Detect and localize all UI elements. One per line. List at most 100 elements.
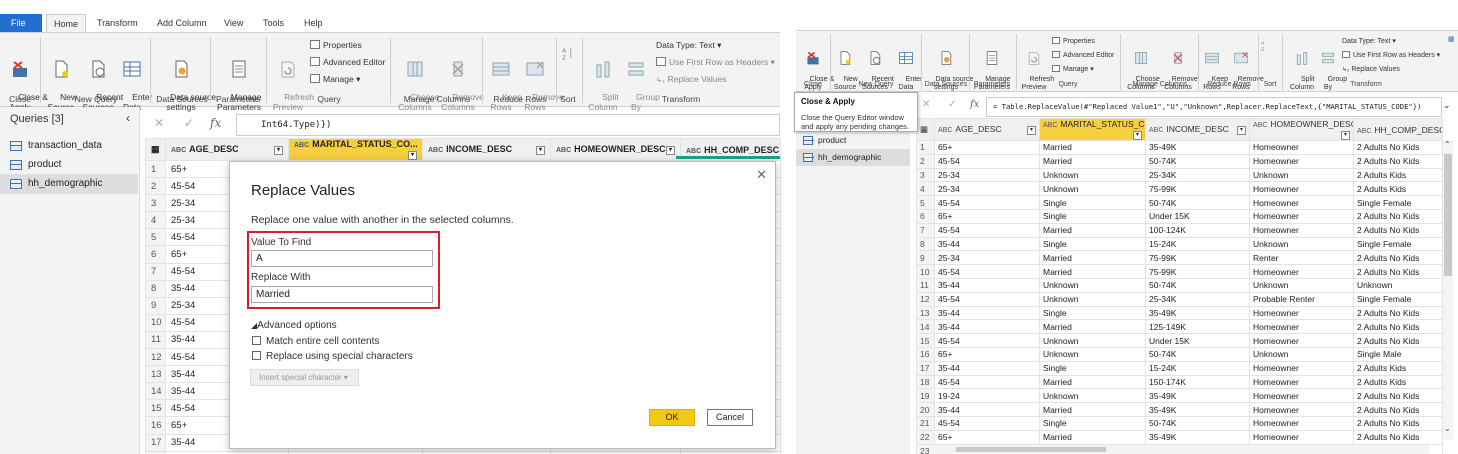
- cell-income-desc[interactable]: 50-74K: [1145, 153, 1250, 169]
- cell-hh-comp-desc[interactable]: 2 Adults No Kids: [1353, 429, 1443, 445]
- table-row[interactable]: 8 35-44 Single 15-24K Unknown Single Female: [916, 236, 1443, 252]
- table-row[interactable]: 5 45-54 Single 50-74K Homeowner Single Female: [916, 195, 1443, 210]
- formula-bar-input[interactable]: Int64.Type)}): [236, 114, 780, 136]
- cell-homeowner-desc[interactable]: Homeowner: [1249, 153, 1354, 169]
- cell-homeowner-desc[interactable]: Homeowner: [1249, 319, 1354, 335]
- cell-marital-status[interactable]: Unknown: [1039, 181, 1146, 197]
- table-row[interactable]: 6 65+ Single Under 15K Homeowner 2 Adults No …: [916, 208, 1443, 224]
- table-row[interactable]: 21 45-54 Single 50-74K Homeowner 2 Adults No …: [916, 415, 1443, 431]
- row-number[interactable]: 14: [916, 319, 935, 335]
- cell-hh-comp-desc[interactable]: 2 Adults Kids: [1353, 167, 1443, 183]
- cell-marital-status[interactable]: Single: [1039, 415, 1146, 431]
- row-number[interactable]: 3: [145, 194, 166, 213]
- table-row[interactable]: 19 19-24 Unknown 35-49K Homeowner 2 Adults No…: [916, 388, 1443, 404]
- cell-age-desc[interactable]: 25-34: [934, 167, 1040, 183]
- column-header-hh-comp-desc[interactable]: ABC HH_COMP_DESC: [1353, 118, 1443, 141]
- cell-homeowner-desc[interactable]: Unknown: [1249, 346, 1354, 362]
- row-number[interactable]: 18: [916, 374, 935, 390]
- replace-values-button-right[interactable]: ↳₂ Replace Values: [1342, 64, 1400, 76]
- cell-hh-comp-desc[interactable]: 2 Adults No Kids: [1353, 140, 1443, 155]
- sort-ascending-button[interactable]: AZ: [560, 41, 576, 68]
- filter-dropdown-icon[interactable]: ▾: [1237, 126, 1246, 135]
- row-number[interactable]: 9: [916, 250, 935, 266]
- query-item-product[interactable]: product: [796, 132, 910, 149]
- remove-columns-button[interactable]: Remove Columns: [438, 39, 484, 122]
- cell-age-desc[interactable]: 65+: [934, 429, 1040, 445]
- cell-hh-comp-desc[interactable]: 2 Adults No Kids: [1353, 333, 1443, 348]
- split-column-button-right[interactable]: Split Column: [1288, 34, 1316, 100]
- cell-marital-status[interactable]: Married: [1039, 374, 1146, 390]
- cell-hh-comp-desc[interactable]: 2 Adults No Kids: [1353, 208, 1443, 224]
- cell-homeowner-desc[interactable]: Homeowner: [1249, 415, 1354, 431]
- refresh-preview-button-right[interactable]: Refresh Preview: [1018, 34, 1054, 100]
- cell-age-desc[interactable]: 45-54: [934, 264, 1040, 279]
- cancel-button[interactable]: Cancel: [707, 409, 753, 426]
- cell-income-desc[interactable]: 75-99K: [1145, 264, 1250, 279]
- cell-age-desc[interactable]: 45-54: [934, 153, 1040, 169]
- row-number[interactable]: 11: [145, 330, 166, 350]
- cell-age-desc[interactable]: 65+: [934, 208, 1040, 224]
- tab-transform[interactable]: Transform: [97, 14, 138, 32]
- match-entire-checkbox[interactable]: Match entire cell contents: [252, 336, 379, 347]
- expand-formula-chevron-icon[interactable]: ⌄: [1443, 100, 1451, 111]
- cell-income-desc[interactable]: 50-74K: [1145, 195, 1250, 210]
- cell-age-desc[interactable]: 45-54: [934, 291, 1040, 307]
- cell-hh-comp-desc[interactable]: 2 Adults No Kids: [1353, 250, 1443, 266]
- keep-rows-button[interactable]: Keep Rows: [488, 39, 522, 122]
- cell-income-desc[interactable]: 50-74K: [1145, 346, 1250, 362]
- cell-homeowner-desc[interactable]: Homeowner: [1249, 264, 1354, 279]
- cell-age-desc[interactable]: 19-24: [934, 388, 1040, 404]
- row-number[interactable]: 10: [145, 313, 166, 332]
- row-number[interactable]: 21: [916, 415, 935, 431]
- cell-hh-comp-desc[interactable]: 2 Adults No Kids: [1353, 264, 1443, 279]
- row-number[interactable]: 12: [145, 348, 166, 367]
- data-source-settings-button[interactable]: Data source settings: [156, 39, 216, 122]
- value-to-find-input[interactable]: A: [251, 250, 433, 267]
- table-row[interactable]: 11 35-44 Unknown 50-74K Unknown Unknown: [916, 277, 1443, 293]
- row-number[interactable]: 1: [916, 140, 935, 155]
- query-item-product[interactable]: product: [0, 155, 138, 175]
- data-type-dropdown[interactable]: Data Type: Text ▾: [656, 40, 721, 51]
- row-number[interactable]: 13: [916, 305, 935, 321]
- enter-data-button-right[interactable]: Enter Data: [894, 34, 922, 100]
- cell-marital-status[interactable]: Unknown: [1039, 167, 1146, 183]
- table-row[interactable]: 17 35-44 Single 15-24K Homeowner 2 Adults Kid…: [916, 360, 1443, 376]
- cell-income-desc[interactable]: 75-99K: [1145, 250, 1250, 266]
- cell-income-desc[interactable]: 50-74K: [1145, 415, 1250, 431]
- cell-income-desc[interactable]: 150-174K: [1145, 374, 1250, 390]
- new-source-button-right[interactable]: New Source: [832, 34, 858, 100]
- more-ribbon-icon[interactable]: ▦: [1448, 35, 1456, 75]
- cell-age-desc[interactable]: 45-54: [934, 415, 1040, 431]
- row-number[interactable]: 20: [916, 402, 935, 417]
- cell-income-desc[interactable]: 35-49K: [1145, 402, 1250, 417]
- cell-income-desc[interactable]: 15-24K: [1145, 360, 1250, 376]
- close-apply-button-right[interactable]: Close & Apply: [798, 34, 834, 100]
- row-number[interactable]: 17: [145, 433, 166, 452]
- row-number[interactable]: 13: [145, 365, 166, 384]
- table-row[interactable]: 14 35-44 Married 125-149K Homeowner 2 Adults …: [916, 319, 1443, 335]
- formula-bar-input-right[interactable]: = Table.ReplaceValue(#"Replaced Value1",…: [986, 97, 1442, 117]
- data-type-dropdown-right[interactable]: Data Type: Text ▾: [1342, 36, 1396, 47]
- row-number[interactable]: 12: [916, 291, 935, 307]
- cell-age-desc[interactable]: 35-44: [934, 236, 1040, 252]
- special-chars-checkbox[interactable]: Replace using special characters: [252, 351, 413, 362]
- filter-dropdown-icon[interactable]: ▾: [408, 151, 417, 160]
- cell-hh-comp-desc[interactable]: 2 Adults Kids: [1353, 360, 1443, 376]
- ok-button[interactable]: OK: [649, 409, 695, 426]
- row-number[interactable]: 15: [145, 399, 166, 418]
- refresh-preview-button[interactable]: Refresh Preview: [270, 39, 314, 122]
- cell-homeowner-desc[interactable]: Unknown: [1249, 236, 1354, 252]
- row-number[interactable]: 5: [145, 228, 166, 247]
- cell-marital-status[interactable]: Married: [1039, 429, 1146, 445]
- cancel-formula-icon[interactable]: ✕: [154, 116, 164, 130]
- cell-age-desc[interactable]: 45-54: [934, 195, 1040, 210]
- cell-marital-status[interactable]: Unknown: [1039, 277, 1146, 293]
- hscroll-thumb[interactable]: [956, 447, 1106, 452]
- choose-columns-button-right[interactable]: Choose Columns: [1124, 34, 1160, 100]
- row-number[interactable]: 8: [916, 236, 935, 252]
- cell-marital-status[interactable]: Married: [1039, 222, 1146, 238]
- tab-help[interactable]: Help: [304, 14, 323, 32]
- tab-add-column[interactable]: Add Column: [157, 14, 207, 32]
- checkbox-box[interactable]: [252, 351, 261, 360]
- filter-dropdown-icon[interactable]: ▾: [274, 146, 283, 155]
